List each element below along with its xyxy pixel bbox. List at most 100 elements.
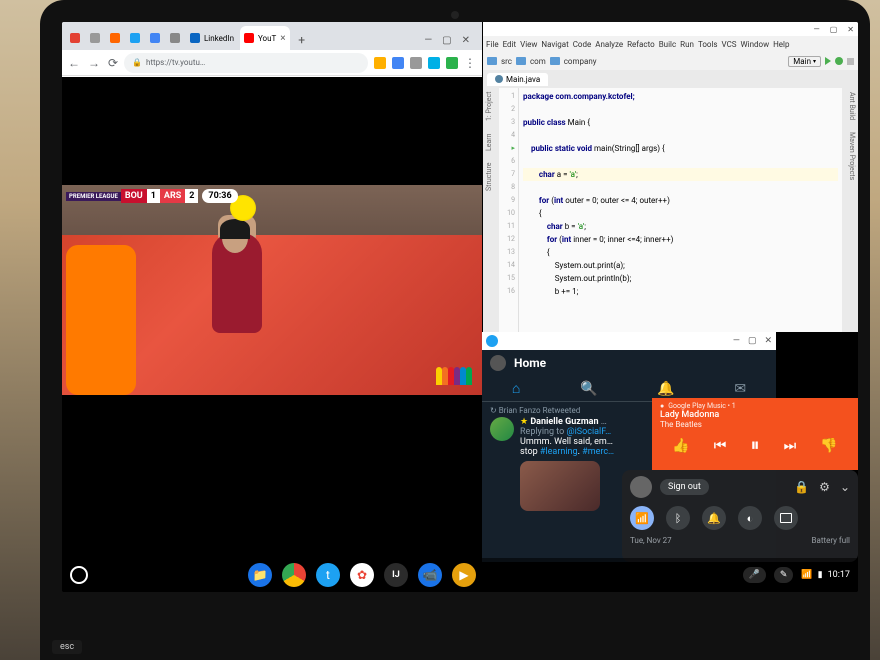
tool-ant[interactable]: Ant Build xyxy=(844,92,856,120)
thumbs-down-button[interactable]: 👎 xyxy=(820,438,837,454)
collapse-icon[interactable]: ⌄ xyxy=(840,480,850,494)
menu-edit[interactable]: Edit xyxy=(502,40,518,49)
app-icon xyxy=(486,335,498,347)
menu-tools[interactable]: Tools xyxy=(697,40,719,49)
tool-learn[interactable]: Learn xyxy=(485,133,497,151)
shelf-app-intellij[interactable]: IJ xyxy=(384,563,408,587)
crumb-com[interactable]: com xyxy=(530,57,546,66)
menu-analyze[interactable]: Analyze xyxy=(594,40,624,49)
cast-toggle[interactable] xyxy=(774,506,798,530)
shelf-app-files[interactable]: 📁 xyxy=(248,563,272,587)
menu-code[interactable]: Code xyxy=(572,40,593,49)
assistant-mic-button[interactable]: 🎤 xyxy=(743,567,766,583)
tab-6[interactable] xyxy=(166,26,184,50)
tab-home[interactable]: ⌂ xyxy=(512,380,520,397)
chrome-menu-button[interactable]: ⋮ xyxy=(464,56,476,70)
wifi-toggle[interactable]: 📶 xyxy=(630,506,654,530)
close-button[interactable]: ✕ xyxy=(847,25,854,34)
menu-window[interactable]: Window xyxy=(740,40,771,49)
new-tab-button[interactable]: + xyxy=(292,30,312,50)
code-editor[interactable]: package com.company.kctofel; public clas… xyxy=(519,88,842,332)
stop-button[interactable] xyxy=(847,58,854,65)
shelf-app-twitter[interactable]: t xyxy=(316,563,340,587)
tweet-avatar[interactable] xyxy=(490,417,514,441)
thumbs-up-button[interactable]: 👍 xyxy=(672,438,689,454)
bluetooth-toggle[interactable]: ᛒ xyxy=(666,506,690,530)
minimize-button[interactable]: — xyxy=(424,35,432,46)
tweet-media[interactable] xyxy=(520,461,600,511)
extension-icon[interactable] xyxy=(446,57,458,69)
shelf-app-plex[interactable]: ▶ xyxy=(452,563,476,587)
debug-button[interactable] xyxy=(835,57,843,65)
shelf-app-chrome[interactable] xyxy=(282,563,306,587)
menu-build[interactable]: Builc xyxy=(658,40,677,49)
crumb-src[interactable]: src xyxy=(501,57,512,66)
play-pause-button[interactable]: ⏸ xyxy=(750,435,759,456)
prev-track-button[interactable]: ⏮ xyxy=(714,438,727,454)
youtube-video-area[interactable]: PREMIER LEAGUE BOU 1 ARS 2 70:36 xyxy=(62,77,482,392)
extension-icon[interactable] xyxy=(410,57,422,69)
profile-avatar[interactable] xyxy=(490,355,506,371)
tab-5[interactable] xyxy=(146,26,164,50)
tab-4[interactable] xyxy=(126,26,144,50)
crumb-company[interactable]: company xyxy=(564,57,597,66)
minimize-button[interactable]: — xyxy=(813,25,819,34)
notifications-toggle[interactable]: 🔔 xyxy=(702,506,726,530)
extension-icon[interactable] xyxy=(374,57,386,69)
reload-button[interactable]: ⟳ xyxy=(108,56,118,70)
tab-search[interactable]: 🔍 xyxy=(580,381,597,397)
status-tray[interactable]: 📶 ▮ 10:17 xyxy=(801,570,850,580)
tool-structure[interactable]: Structure xyxy=(485,163,497,192)
menu-view[interactable]: View xyxy=(519,40,538,49)
menu-file[interactable]: File xyxy=(485,40,500,49)
settings-icon[interactable]: ⚙ xyxy=(819,480,830,494)
tab-messages[interactable]: ✉ xyxy=(734,381,746,397)
night-light-toggle[interactable]: ◐ xyxy=(738,506,762,530)
menu-refactor[interactable]: Refacto xyxy=(626,40,656,49)
menu-help[interactable]: Help xyxy=(772,40,790,49)
tab-linkedin[interactable]: LinkedIn xyxy=(186,26,238,50)
tab-notifications[interactable]: 🔔 xyxy=(657,381,674,397)
menu-vcs[interactable]: VCS xyxy=(721,40,738,49)
back-button[interactable]: ← xyxy=(68,56,80,70)
menu-navigate[interactable]: Navigat xyxy=(540,40,569,49)
music-controls: 👍 ⏮ ⏸ ⏭ 👎 xyxy=(660,435,850,456)
extension-icon[interactable] xyxy=(428,57,440,69)
minimize-button[interactable]: — xyxy=(733,336,740,346)
run-config-dropdown[interactable]: Main ▾ xyxy=(788,56,821,67)
extension-icon[interactable] xyxy=(392,57,404,69)
tool-maven[interactable]: Maven Projects xyxy=(844,132,856,180)
close-button[interactable]: ✕ xyxy=(462,35,470,46)
launcher-button[interactable] xyxy=(70,566,88,584)
folder-icon xyxy=(487,57,497,65)
lock-icon[interactable]: 🔒 xyxy=(794,480,809,494)
mention[interactable]: @iSocialF… xyxy=(567,427,612,437)
menu-run[interactable]: Run xyxy=(679,40,695,49)
editor-tab-main[interactable]: Main.java xyxy=(487,73,548,86)
shelf-app-photos[interactable]: ✿ xyxy=(350,563,374,587)
close-icon[interactable]: × xyxy=(280,33,285,44)
forward-button[interactable]: → xyxy=(88,56,100,70)
tab-2[interactable] xyxy=(86,26,104,50)
maximize-button[interactable]: ▢ xyxy=(830,25,838,34)
shelf-app-duo[interactable]: 📹 xyxy=(418,563,442,587)
next-track-button[interactable]: ⏭ xyxy=(784,438,797,454)
url-text: https://tv.youtu… xyxy=(146,58,205,67)
steward xyxy=(66,245,136,395)
run-button[interactable] xyxy=(825,57,831,65)
close-button[interactable]: ✕ xyxy=(764,336,772,346)
tool-project[interactable]: 1: Project xyxy=(485,92,497,121)
maximize-button[interactable]: ▢ xyxy=(748,336,757,346)
screen: LinkedIn YouT× + — ▢ ✕ ← → ⟳ 🔒 https://t… xyxy=(62,22,858,592)
stylus-button[interactable]: ✎ xyxy=(774,567,794,583)
hashtag[interactable]: #merc… xyxy=(582,447,614,457)
tab-3[interactable] xyxy=(106,26,124,50)
tweet-author[interactable]: Danielle Guzman xyxy=(530,417,598,427)
hashtag[interactable]: #learning xyxy=(540,447,578,457)
maximize-button[interactable]: ▢ xyxy=(442,35,451,46)
user-avatar[interactable] xyxy=(630,476,652,498)
tab-gmail[interactable] xyxy=(66,26,84,50)
address-bar[interactable]: 🔒 https://tv.youtu… xyxy=(124,53,368,73)
sign-out-button[interactable]: Sign out xyxy=(660,479,709,495)
tab-youtube[interactable]: YouT× xyxy=(240,26,290,50)
